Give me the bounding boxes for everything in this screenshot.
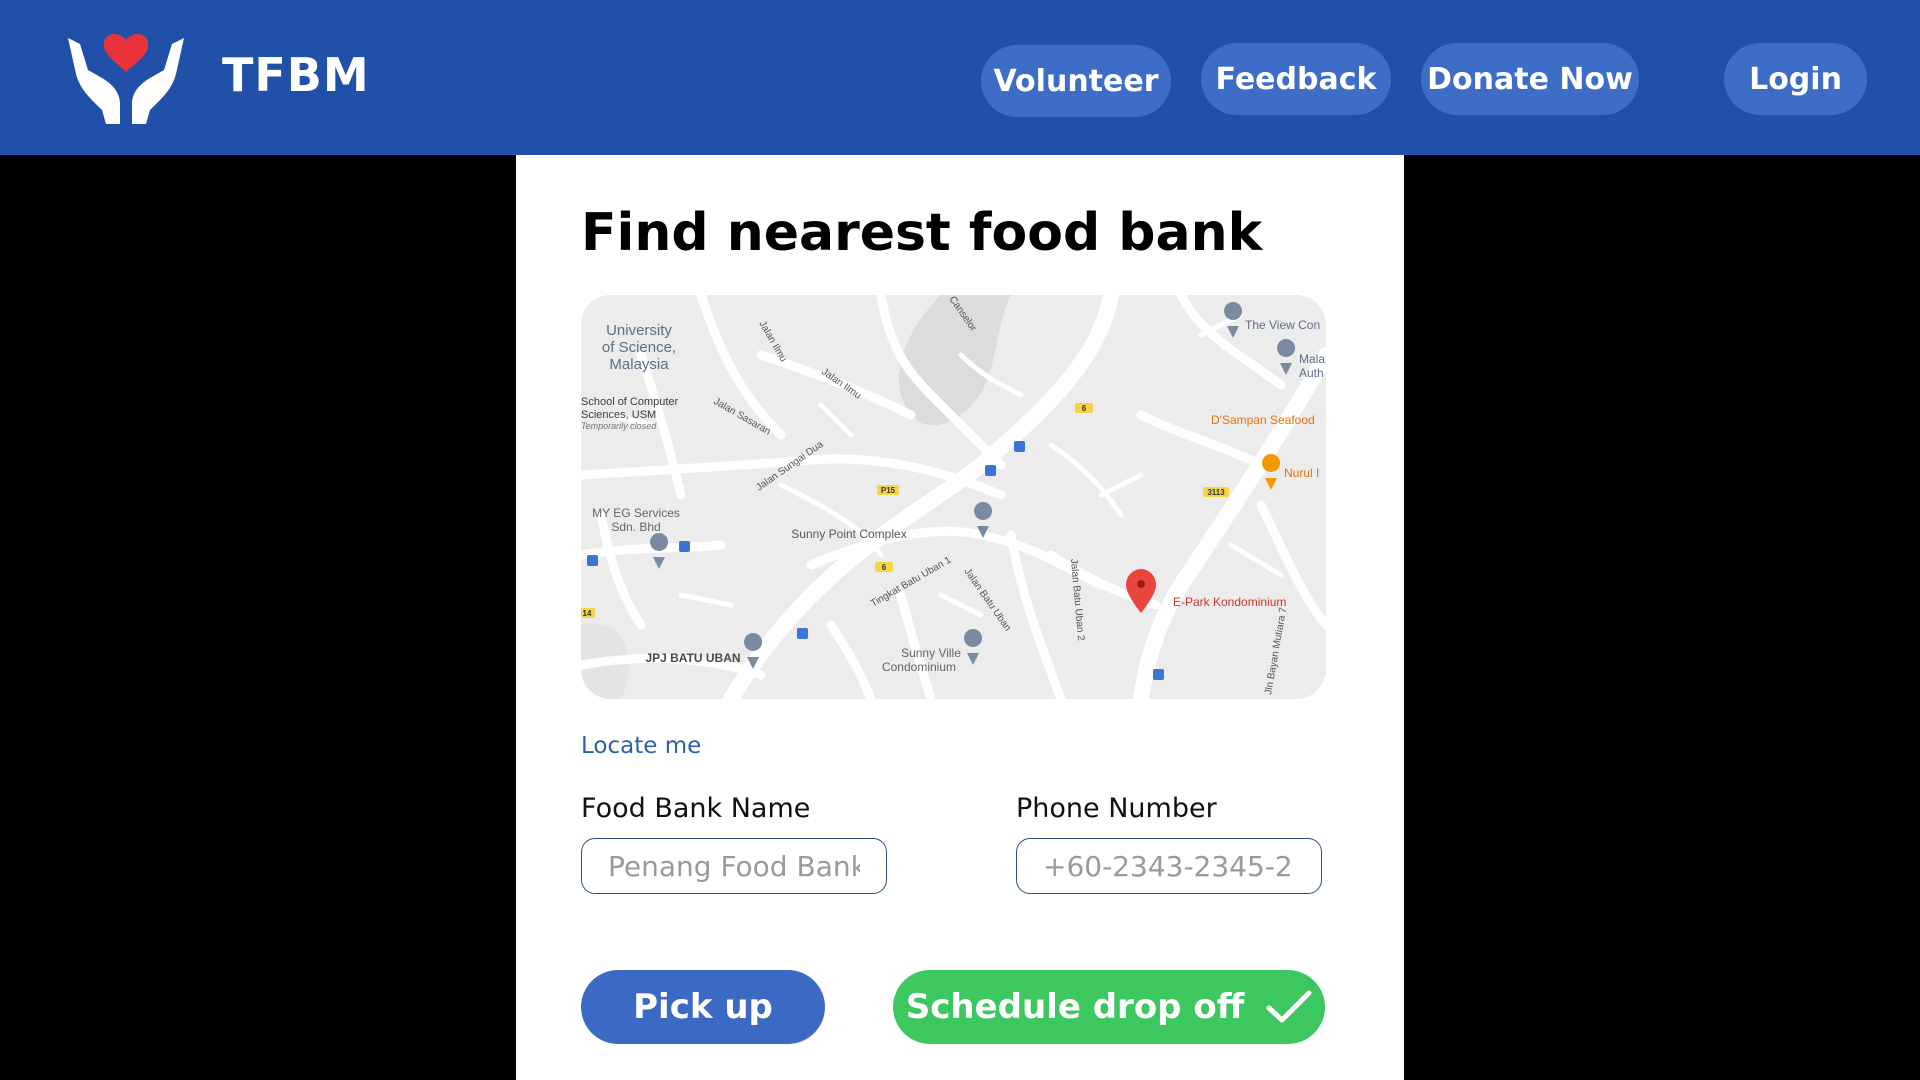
map-label-sunny-ville-2: Condominium — [882, 660, 956, 674]
map-label-view-con: The View Con — [1245, 318, 1320, 332]
map-label-usm-2: of Science, — [602, 339, 676, 356]
bus-stop-icon — [679, 541, 690, 552]
schedule-drop-off-label: Schedule drop off — [905, 987, 1245, 1027]
map-label-usm-3: Malaysia — [609, 356, 669, 373]
map-label-jpj: JPJ BATU UBAN — [645, 651, 740, 665]
route-badge-6a: 6 — [1082, 404, 1087, 413]
bus-stop-icon — [1153, 669, 1164, 680]
phone-number-input[interactable] — [1016, 838, 1322, 894]
map-label-dsampan: D'Sampan Seafood — [1211, 413, 1315, 427]
map-label-myeg-2: Sdn. Bhd — [611, 520, 660, 534]
map-label-sunny-ville-1: Sunny Ville — [901, 646, 961, 660]
map-label-mala-1: Mala — [1299, 352, 1325, 366]
food-bank-name-label: Food Bank Name — [581, 793, 811, 824]
route-badge-3113: 3113 — [1207, 488, 1225, 497]
route-badge-p15: P15 — [881, 486, 896, 495]
schedule-drop-off-button[interactable]: Schedule drop off — [893, 970, 1325, 1044]
map-label-mala-2: Auth — [1299, 366, 1324, 380]
locate-me-link[interactable]: Locate me — [581, 733, 701, 759]
bus-stop-icon — [1014, 441, 1025, 452]
bus-stop-icon — [587, 555, 598, 566]
phone-number-label: Phone Number — [1016, 793, 1217, 824]
feedback-button[interactable]: Feedback — [1201, 43, 1391, 115]
map-label-school-3: Temporarily closed — [581, 421, 657, 431]
food-bank-card: Find nearest food bank University of Sci… — [516, 155, 1404, 1080]
checkmark-icon — [1266, 990, 1312, 1023]
map-label-school-1: School of Computer — [581, 396, 679, 408]
pick-up-button[interactable]: Pick up — [581, 970, 825, 1044]
map-label-sunny-point: Sunny Point Complex — [791, 527, 906, 541]
map-label-nurul: Nurul I — [1284, 466, 1319, 480]
map-canvas[interactable]: University of Science, Malaysia School o… — [581, 295, 1326, 699]
page-title: Find nearest food bank — [581, 203, 1263, 263]
brand-name: TFBM — [222, 48, 370, 102]
route-badge-14: 14 — [583, 609, 592, 618]
map-label-myeg-1: MY EG Services — [592, 506, 680, 520]
top-navbar: TFBM Volunteer Feedback Donate Now Login — [0, 0, 1920, 155]
bus-stop-icon — [985, 465, 996, 476]
volunteer-button[interactable]: Volunteer — [981, 45, 1171, 117]
login-button[interactable]: Login — [1724, 43, 1867, 115]
map-view[interactable]: University of Science, Malaysia School o… — [581, 295, 1326, 699]
hands-heart-logo-icon — [68, 33, 184, 124]
food-bank-name-input[interactable] — [581, 838, 887, 894]
map-label-usm-1: University — [606, 322, 672, 339]
map-label-epark: E-Park Kondominium — [1173, 595, 1286, 609]
donate-now-button[interactable]: Donate Now — [1421, 43, 1639, 115]
map-label-school-2: Sciences, USM — [581, 409, 656, 421]
pick-up-label: Pick up — [633, 987, 773, 1027]
bus-stop-icon — [797, 628, 808, 639]
route-badge-6b: 6 — [882, 563, 887, 572]
